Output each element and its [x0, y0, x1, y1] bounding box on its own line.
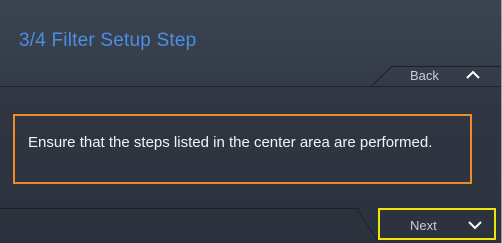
divider-line: [0, 208, 360, 209]
next-button[interactable]: Next: [378, 208, 496, 240]
chevron-up-icon: [466, 70, 480, 79]
divider-line: [0, 86, 501, 87]
instruction-box: Ensure that the steps listed in the cent…: [13, 114, 472, 184]
wizard-panel: 3/4 Filter Setup Step Back Ensure that t…: [0, 0, 502, 243]
next-label: Next: [410, 218, 437, 233]
divider-notch: [356, 208, 380, 243]
step-title: 3/4 Filter Setup Step: [19, 30, 197, 51]
divider-notch: [370, 66, 393, 87]
back-label: Back: [410, 68, 439, 83]
chevron-down-icon: [468, 221, 482, 230]
instruction-text: Ensure that the steps listed in the cent…: [28, 134, 433, 151]
back-button[interactable]: Back: [398, 66, 501, 86]
